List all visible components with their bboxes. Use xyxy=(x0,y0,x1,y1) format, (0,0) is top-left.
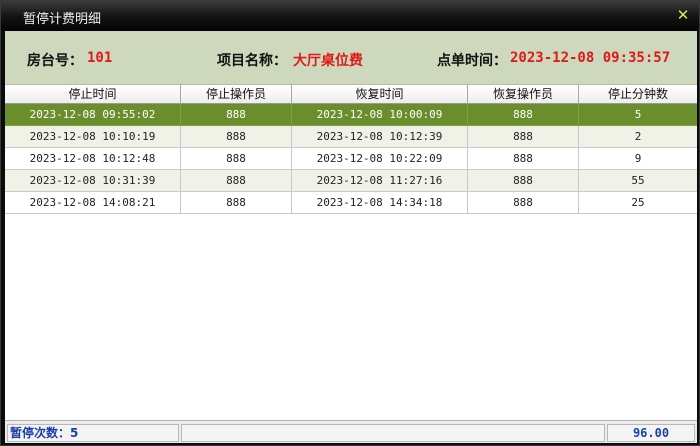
cell-resume-operator: 888 xyxy=(468,126,579,148)
cell-resume-operator: 888 xyxy=(468,192,579,214)
cell-stop-minutes: 25 xyxy=(579,192,697,214)
total-minutes-status: 96.00 xyxy=(607,424,695,442)
cell-resume-time: 2023-12-08 14:34:18 xyxy=(292,192,468,214)
cell-resume-time: 2023-12-08 11:27:16 xyxy=(292,170,468,192)
title-bar[interactable]: 暂停计费明细 ✕ xyxy=(1,1,699,31)
header-resume-time[interactable]: 恢复时间 xyxy=(292,85,468,104)
window-client-area: 房台号： 101 项目名称： 大厅桌位费 点单时间： 2023-12-08 09… xyxy=(5,31,697,443)
room-number-value: 101 xyxy=(87,50,113,66)
table-row[interactable]: 2023-12-08 10:31:39 888 2023-12-08 11:27:1… xyxy=(5,170,697,192)
pause-records-table: 停止时间 停止操作员 恢复时间 恢复操作员 停止分钟数 2023-12-08 0… xyxy=(5,85,697,420)
order-time-value: 2023-12-08 09:35:57 xyxy=(510,50,671,66)
window-title: 暂停计费明细 xyxy=(23,12,102,27)
header-resume-operator[interactable]: 恢复操作员 xyxy=(468,85,579,104)
cell-stop-minutes: 9 xyxy=(579,148,697,170)
cell-resume-operator: 888 xyxy=(468,170,579,192)
cell-stop-operator: 888 xyxy=(181,170,292,192)
order-time-label: 点单时间： xyxy=(437,53,507,69)
status-spacer-panel xyxy=(181,424,605,442)
close-icon[interactable]: ✕ xyxy=(675,7,691,23)
cell-stop-operator: 888 xyxy=(181,192,292,214)
cell-stop-time: 2023-12-08 10:10:19 xyxy=(5,126,181,148)
cell-stop-operator: 888 xyxy=(181,104,292,126)
cell-stop-time: 2023-12-08 09:55:02 xyxy=(5,104,181,126)
cell-stop-time: 2023-12-08 10:12:48 xyxy=(5,148,181,170)
table-row[interactable]: 2023-12-08 09:55:02 888 2023-12-08 10:00:0… xyxy=(5,104,697,126)
order-info-bar: 房台号： 101 项目名称： 大厅桌位费 点单时间： 2023-12-08 09… xyxy=(5,31,697,85)
cell-stop-minutes: 55 xyxy=(579,170,697,192)
header-stop-time[interactable]: 停止时间 xyxy=(5,85,181,104)
item-name-value: 大厅桌位费 xyxy=(293,53,363,69)
cell-resume-time: 2023-12-08 10:00:09 xyxy=(292,104,468,126)
cell-stop-minutes: 5 xyxy=(579,104,697,126)
table-row[interactable]: 2023-12-08 10:10:19 888 2023-12-08 10:12:3… xyxy=(5,126,697,148)
cell-stop-operator: 888 xyxy=(181,126,292,148)
cell-resume-operator: 888 xyxy=(468,148,579,170)
cell-stop-time: 2023-12-08 14:08:21 xyxy=(5,192,181,214)
header-stop-operator[interactable]: 停止操作员 xyxy=(181,85,292,104)
status-bar: 暂停次数：5 96.00 xyxy=(5,420,697,443)
cell-resume-time: 2023-12-08 10:22:09 xyxy=(292,148,468,170)
cell-stop-minutes: 2 xyxy=(579,126,697,148)
pause-count-status: 暂停次数：5 xyxy=(7,424,179,442)
room-number-label: 房台号： xyxy=(27,53,83,69)
table-header: 停止时间 停止操作员 恢复时间 恢复操作员 停止分钟数 xyxy=(5,85,697,104)
pause-billing-detail-window: 暂停计费明细 ✕ 房台号： 101 项目名称： 大厅桌位费 点单时间： 2023… xyxy=(0,0,700,446)
table-row[interactable]: 2023-12-08 10:12:48 888 2023-12-08 10:22:0… xyxy=(5,148,697,170)
item-name-label: 项目名称： xyxy=(217,53,287,69)
header-stop-minutes[interactable]: 停止分钟数 xyxy=(579,85,697,104)
cell-stop-operator: 888 xyxy=(181,148,292,170)
cell-resume-operator: 888 xyxy=(468,104,579,126)
cell-resume-time: 2023-12-08 10:12:39 xyxy=(292,126,468,148)
cell-stop-time: 2023-12-08 10:31:39 xyxy=(5,170,181,192)
table-row[interactable]: 2023-12-08 14:08:21 888 2023-12-08 14:34:1… xyxy=(5,192,697,214)
